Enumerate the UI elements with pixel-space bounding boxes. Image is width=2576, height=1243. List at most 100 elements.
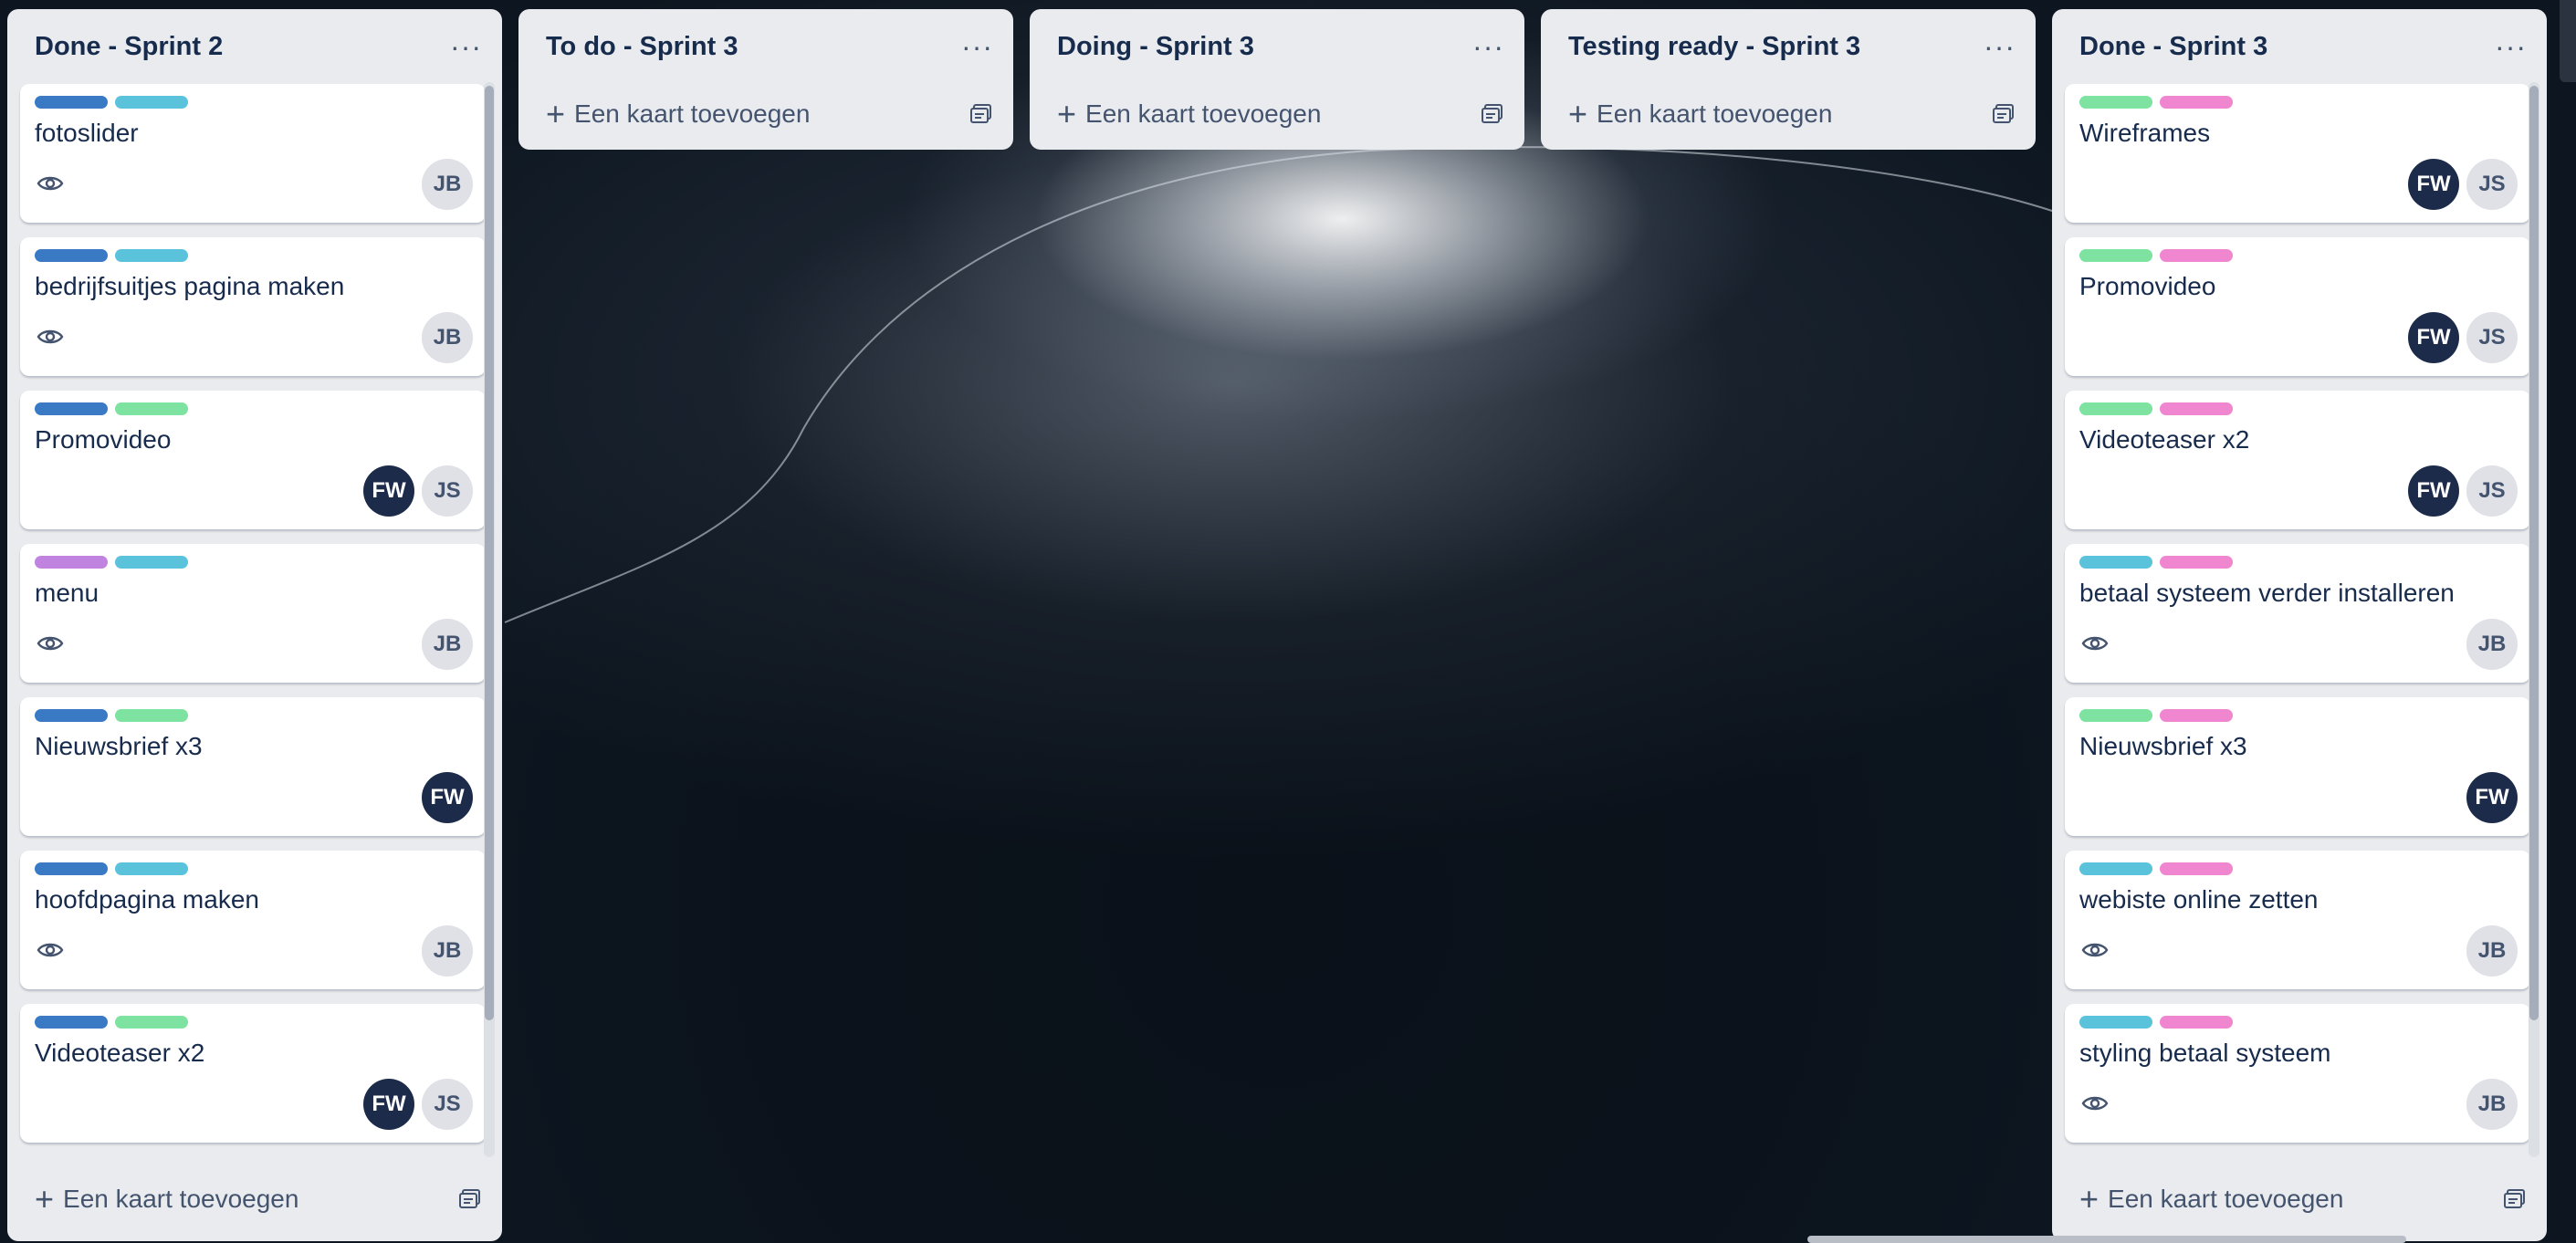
more-horizontal-icon[interactable]: ··· bbox=[2495, 32, 2527, 61]
avatar[interactable]: JB bbox=[422, 159, 473, 210]
card[interactable]: bedrijfsuitjes pagina maken JB bbox=[20, 237, 486, 376]
list-scrollbar-thumb[interactable] bbox=[2529, 86, 2539, 1020]
add-card-row: + Een kaart toevoegen bbox=[1541, 78, 2036, 150]
card[interactable]: Nieuwsbrief x3 FW bbox=[20, 697, 486, 836]
card[interactable]: Promovideo FW JS bbox=[2065, 237, 2530, 376]
avatar[interactable]: JB bbox=[422, 925, 473, 977]
card-label[interactable] bbox=[35, 96, 108, 109]
avatar[interactable]: FW bbox=[2408, 159, 2459, 210]
more-horizontal-icon[interactable]: ··· bbox=[1472, 32, 1504, 61]
card-label[interactable] bbox=[2160, 709, 2233, 722]
board-horizontal-scrollbar[interactable] bbox=[1807, 1236, 2406, 1243]
card-label[interactable] bbox=[35, 1016, 108, 1029]
avatar[interactable]: JB bbox=[2466, 925, 2518, 977]
card[interactable]: betaal systeem verder installeren JB bbox=[2065, 544, 2530, 683]
add-card-label: Een kaart toevoegen bbox=[574, 99, 811, 128]
card-title: menu bbox=[35, 579, 99, 607]
card-label[interactable] bbox=[2079, 709, 2152, 722]
list-title[interactable]: Done - Sprint 3 bbox=[2079, 32, 2267, 62]
card-label[interactable] bbox=[115, 862, 188, 875]
card-label[interactable] bbox=[2079, 96, 2152, 109]
card[interactable]: menu JB bbox=[20, 544, 486, 683]
avatar[interactable]: JB bbox=[2466, 1079, 2518, 1130]
avatar[interactable]: FW bbox=[363, 1079, 414, 1130]
card-label[interactable] bbox=[35, 862, 108, 875]
avatar[interactable]: JS bbox=[2466, 465, 2518, 517]
add-card-button[interactable]: + Een kaart toevoegen bbox=[1568, 98, 1832, 131]
card-label[interactable] bbox=[115, 96, 188, 109]
card-label[interactable] bbox=[2160, 556, 2233, 569]
window-edge-scroll-thumb[interactable] bbox=[2560, 0, 2576, 82]
list-header[interactable]: To do - Sprint 3 ··· bbox=[518, 9, 1013, 84]
card[interactable]: Videoteaser x2 FW JS bbox=[2065, 391, 2530, 529]
card-label[interactable] bbox=[2160, 1016, 2233, 1029]
card-label[interactable] bbox=[2160, 249, 2233, 262]
list-title[interactable]: Doing - Sprint 3 bbox=[1057, 32, 1254, 62]
card-label[interactable] bbox=[35, 556, 108, 569]
card-label[interactable] bbox=[115, 709, 188, 722]
card[interactable]: webiste online zetten JB bbox=[2065, 851, 2530, 989]
avatar[interactable]: JS bbox=[2466, 312, 2518, 363]
avatar[interactable]: FW bbox=[422, 772, 473, 823]
add-card-button[interactable]: + Een kaart toevoegen bbox=[2079, 1183, 2343, 1216]
card-label[interactable] bbox=[2079, 862, 2152, 875]
avatar[interactable]: JB bbox=[422, 312, 473, 363]
card[interactable]: hoofdpagina maken JB bbox=[20, 851, 486, 989]
card-label[interactable] bbox=[2160, 96, 2233, 109]
list-header[interactable]: Done - Sprint 3 ··· bbox=[2052, 9, 2547, 84]
card-label[interactable] bbox=[2079, 402, 2152, 415]
card-label[interactable] bbox=[2079, 249, 2152, 262]
list-header[interactable]: Doing - Sprint 3 ··· bbox=[1030, 9, 1524, 84]
card[interactable]: Wireframes FW JS bbox=[2065, 84, 2530, 223]
card-label[interactable] bbox=[35, 709, 108, 722]
card-label[interactable] bbox=[2079, 556, 2152, 569]
avatar[interactable]: JS bbox=[422, 465, 473, 517]
card[interactable]: Nieuwsbrief x3 FW bbox=[2065, 697, 2530, 836]
list-header[interactable]: Done - Sprint 2 ··· bbox=[7, 9, 502, 84]
card-labels bbox=[35, 96, 188, 109]
more-horizontal-icon[interactable]: ··· bbox=[450, 32, 482, 61]
card-template-icon[interactable] bbox=[1481, 103, 1504, 125]
card[interactable]: Videoteaser x2 FW JS bbox=[20, 1004, 486, 1143]
avatar[interactable]: JB bbox=[2466, 619, 2518, 670]
list-scrollbar[interactable] bbox=[484, 82, 495, 1157]
card-title: Videoteaser x2 bbox=[2079, 425, 2250, 454]
add-card-button[interactable]: + Een kaart toevoegen bbox=[1057, 98, 1321, 131]
avatar[interactable]: FW bbox=[2408, 312, 2459, 363]
card[interactable]: styling betaal systeem JB bbox=[2065, 1004, 2530, 1143]
avatar[interactable]: FW bbox=[2408, 465, 2459, 517]
avatar[interactable]: JB bbox=[422, 619, 473, 670]
avatar[interactable]: FW bbox=[363, 465, 414, 517]
card-labels bbox=[35, 249, 188, 262]
card-labels bbox=[2079, 1016, 2233, 1029]
more-horizontal-icon[interactable]: ··· bbox=[961, 32, 993, 61]
card-label[interactable] bbox=[35, 249, 108, 262]
card-label[interactable] bbox=[115, 556, 188, 569]
list-title[interactable]: To do - Sprint 3 bbox=[546, 32, 738, 62]
list-scrollbar-thumb[interactable] bbox=[485, 86, 494, 1020]
more-horizontal-icon[interactable]: ··· bbox=[1984, 32, 2016, 61]
list-scrollbar[interactable] bbox=[2529, 82, 2539, 1157]
card[interactable]: fotoslider JB bbox=[20, 84, 486, 223]
card-label[interactable] bbox=[35, 402, 108, 415]
avatar[interactable]: FW bbox=[2466, 772, 2518, 823]
card-template-icon[interactable] bbox=[2503, 1188, 2527, 1210]
card-label[interactable] bbox=[2160, 402, 2233, 415]
list-title[interactable]: Testing ready - Sprint 3 bbox=[1568, 32, 1860, 62]
card-label[interactable] bbox=[115, 1016, 188, 1029]
card-template-icon[interactable] bbox=[969, 103, 993, 125]
add-card-row: + Een kaart toevoegen bbox=[2052, 1157, 2547, 1241]
card[interactable]: Promovideo FW JS bbox=[20, 391, 486, 529]
add-card-button[interactable]: + Een kaart toevoegen bbox=[35, 1183, 298, 1216]
card-template-icon[interactable] bbox=[458, 1188, 482, 1210]
avatar[interactable]: JS bbox=[2466, 159, 2518, 210]
avatar[interactable]: JS bbox=[422, 1079, 473, 1130]
add-card-button[interactable]: + Een kaart toevoegen bbox=[546, 98, 810, 131]
card-label[interactable] bbox=[2160, 862, 2233, 875]
list-header[interactable]: Testing ready - Sprint 3 ··· bbox=[1541, 9, 2036, 84]
card-label[interactable] bbox=[2079, 1016, 2152, 1029]
card-label[interactable] bbox=[115, 249, 188, 262]
card-label[interactable] bbox=[115, 402, 188, 415]
card-template-icon[interactable] bbox=[1992, 103, 2016, 125]
list-title[interactable]: Done - Sprint 2 bbox=[35, 32, 223, 62]
